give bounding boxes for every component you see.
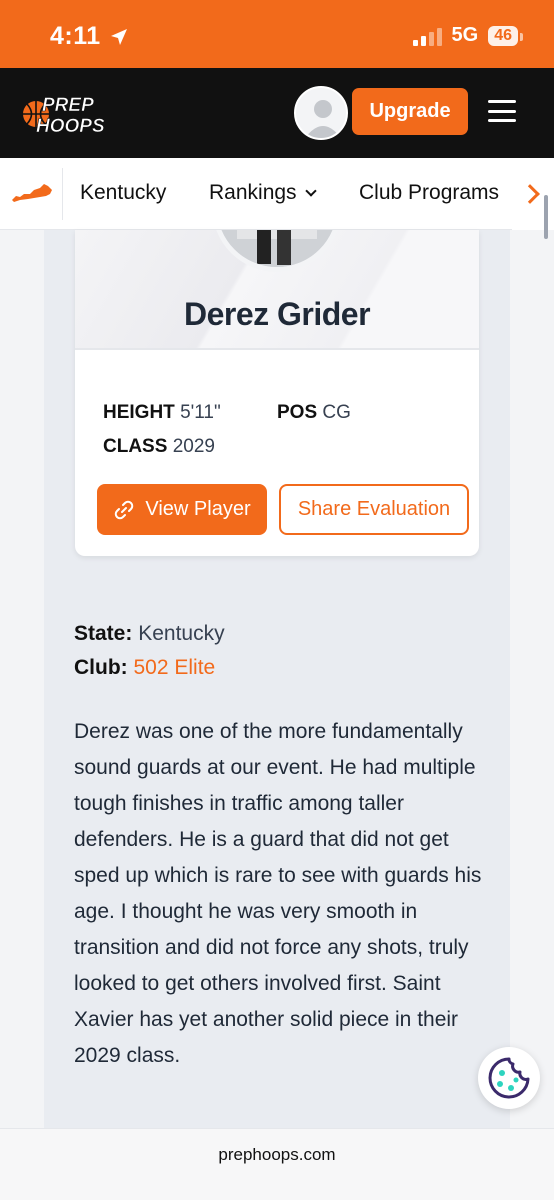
nav-item-rankings[interactable]: Rankings bbox=[209, 181, 317, 205]
nav-item-kentucky[interactable]: Kentucky bbox=[80, 181, 166, 205]
stat-height-label: HEIGHT bbox=[103, 402, 175, 423]
cookie-icon bbox=[488, 1057, 530, 1099]
stat-height: HEIGHT 5'11" bbox=[103, 402, 221, 424]
menu-icon[interactable] bbox=[488, 100, 516, 122]
user-silhouette-icon bbox=[305, 100, 341, 138]
logo-text-hoops: HOOPS bbox=[36, 116, 105, 137]
link-icon bbox=[115, 500, 134, 519]
nav-item-label: Club Programs bbox=[359, 181, 500, 204]
stat-height-value: 5'11" bbox=[180, 402, 221, 423]
battery-icon: 46 bbox=[488, 25, 523, 46]
club-link[interactable]: 502 Elite bbox=[134, 656, 216, 679]
chevron-right-icon bbox=[520, 184, 540, 204]
prep-hoops-logo[interactable]: PREP HOOPS bbox=[22, 90, 134, 138]
nav-item-club-programs[interactable]: Club Programs bbox=[359, 181, 499, 205]
cell-signal-icon bbox=[412, 26, 442, 46]
nav-item-label: Kentucky bbox=[80, 181, 167, 204]
kentucky-state-icon[interactable] bbox=[10, 182, 54, 204]
view-player-label: View Player bbox=[145, 498, 251, 520]
evaluation-text: Derez was one of the more fundamentally … bbox=[74, 720, 482, 1067]
browser-url-bar[interactable]: prephoops.com bbox=[0, 1128, 554, 1200]
state-nav-divider bbox=[62, 168, 63, 220]
status-time-text: 4:11 bbox=[50, 22, 101, 50]
stat-position: POS CG bbox=[277, 402, 351, 424]
view-player-button[interactable]: View Player bbox=[97, 484, 267, 535]
stat-class: CLASS 2029 bbox=[103, 436, 215, 458]
stat-class-value: 2029 bbox=[172, 436, 215, 457]
player-name: Derez Grider bbox=[183, 296, 371, 332]
site-header: PREP HOOPS Upgrade bbox=[0, 68, 554, 158]
location-arrow-icon bbox=[110, 28, 127, 45]
nav-item-label: Rankings bbox=[209, 181, 297, 204]
status-bar: 4:11 5G 46 bbox=[0, 0, 554, 68]
scrollbar-thumb[interactable] bbox=[544, 195, 548, 239]
logo-text-prep: PREP bbox=[42, 95, 94, 116]
player-photo-image bbox=[217, 230, 337, 267]
state-value: Kentucky bbox=[138, 622, 225, 645]
user-avatar[interactable] bbox=[294, 86, 348, 140]
stat-pos-value: CG bbox=[322, 402, 351, 423]
status-indicators: 5G 46 bbox=[412, 24, 523, 47]
player-card: Derez Grider HEIGHT 5'11" POS CG CLASS 2… bbox=[75, 230, 479, 556]
stat-class-label: CLASS bbox=[103, 436, 168, 457]
club-line: Club: 502 Elite bbox=[74, 656, 215, 680]
stat-pos-label: POS bbox=[277, 402, 318, 423]
state-nav-bar: Kentucky Rankings Club Programs bbox=[0, 158, 554, 230]
upgrade-button[interactable]: Upgrade bbox=[352, 88, 468, 135]
state-label: State: bbox=[74, 622, 133, 645]
club-label: Club: bbox=[74, 656, 128, 679]
share-evaluation-label: Share Evaluation bbox=[297, 498, 451, 520]
chevron-down-icon bbox=[304, 185, 317, 197]
player-card-banner: Derez Grider bbox=[75, 230, 479, 350]
share-evaluation-button[interactable]: Share Evaluation bbox=[279, 484, 469, 535]
player-photo[interactable] bbox=[212, 230, 342, 272]
status-time: 4:11 bbox=[50, 22, 129, 51]
cookie-settings-button[interactable] bbox=[478, 1047, 540, 1109]
network-type: 5G bbox=[451, 24, 479, 46]
state-line: State: Kentucky bbox=[74, 622, 225, 646]
url-text: prephoops.com bbox=[218, 1145, 336, 1164]
